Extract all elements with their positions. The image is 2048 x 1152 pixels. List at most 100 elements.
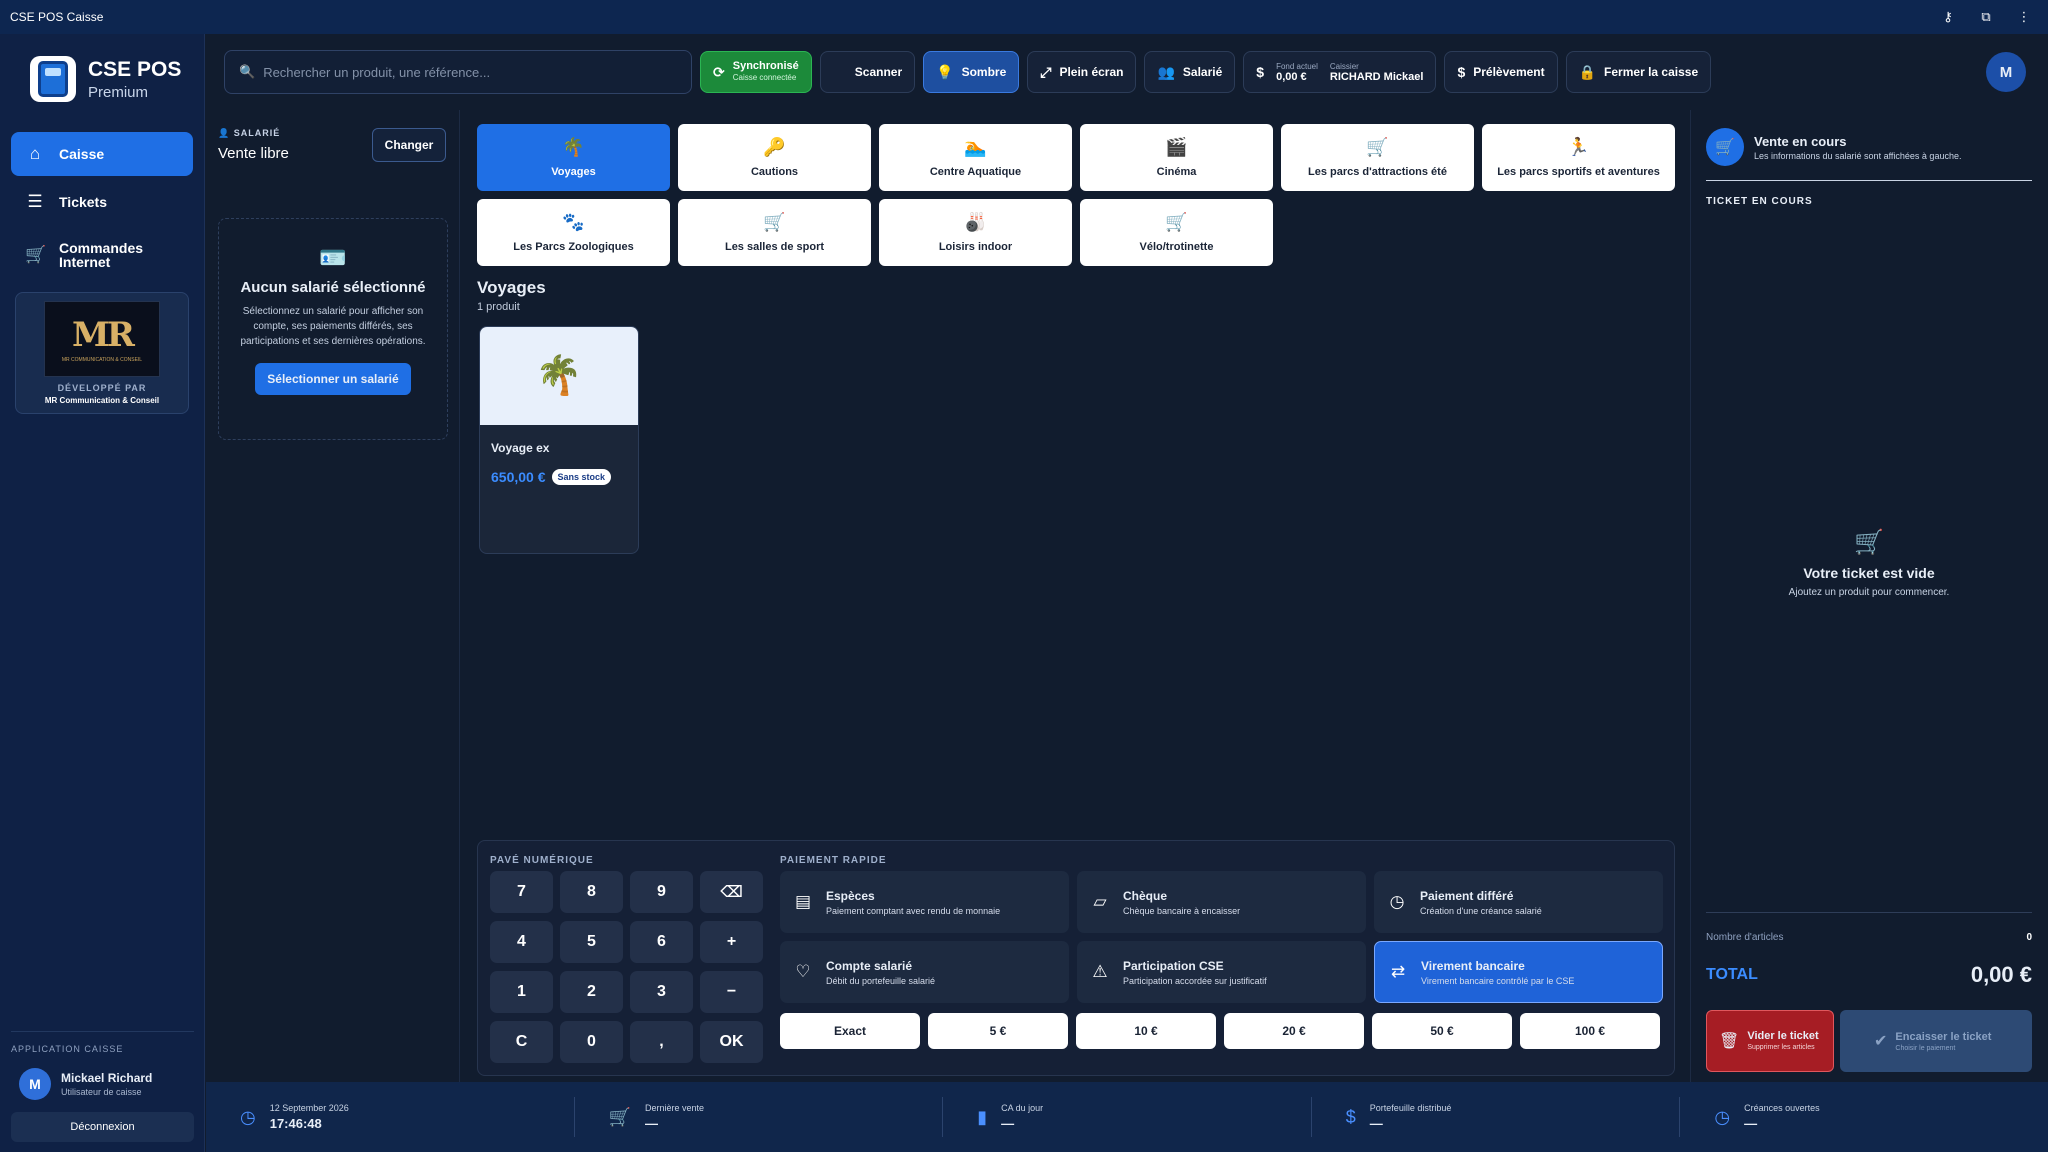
- key-9[interactable]: 9: [630, 871, 693, 913]
- sync-icon: ⟳: [713, 63, 725, 80]
- fullscreen-label: Plein écran: [1059, 65, 1124, 79]
- category-parcs-zoologiques[interactable]: 🐾 Les Parcs Zoologiques: [477, 199, 670, 266]
- category-salles-de-sport[interactable]: 🛒 Les salles de sport: [678, 199, 871, 266]
- category-voyages[interactable]: 🌴 Voyages: [477, 124, 670, 191]
- top-toolbar: 🔍 Rechercher un produit, une référence..…: [206, 34, 2048, 110]
- dark-mode-button[interactable]: 💡 Sombre: [923, 51, 1020, 93]
- key-3[interactable]: 3: [630, 971, 693, 1013]
- heart-icon: ♡: [795, 962, 811, 981]
- catalog-area: 🌴 Voyages 🔑 Cautions 🏊 Centre Aquatique 🎬 Ci…: [461, 110, 1691, 1082]
- category-velo-trotinette[interactable]: 🛒 Vélo/trotinette: [1080, 199, 1273, 266]
- nav-item-commandes-internet[interactable]: 🛒 Commandes Internet: [11, 228, 193, 282]
- item-count-value: 0: [2026, 932, 2032, 943]
- nav-item-tickets[interactable]: ☰ Tickets: [11, 180, 193, 224]
- sync-label: Synchronisé: [732, 60, 799, 72]
- amount-20-button[interactable]: 20 €: [1224, 1013, 1364, 1049]
- key-icon[interactable]: ⚷: [1940, 9, 1956, 25]
- app-logo: CSE POS Premium: [0, 34, 204, 102]
- comma-key[interactable]: ,: [630, 1021, 693, 1063]
- pay-cheque-button[interactable]: ▱ Chèque Chèque bancaire à encaisser: [1077, 871, 1366, 933]
- current-user: M Mickael Richard Utilisateur de caisse: [11, 1068, 194, 1100]
- amount-50-button[interactable]: 50 €: [1372, 1013, 1512, 1049]
- category-label: Loisirs indoor: [938, 240, 1013, 253]
- backspace-key[interactable]: ⌫: [700, 871, 763, 913]
- withdrawal-button[interactable]: $ Prélèvement: [1444, 51, 1558, 93]
- sync-sub: Caisse connectée: [732, 73, 797, 82]
- plus-key[interactable]: +: [700, 921, 763, 963]
- window-controls: ⚷ ⧉ ⋮: [1940, 9, 2038, 25]
- payment-panel: PAVÉ NUMÉRIQUE 7 8 9 ⌫ 4 5 6 + 1 2 3 − C…: [477, 840, 1675, 1076]
- amount-10-button[interactable]: 10 €: [1076, 1013, 1216, 1049]
- category-parcs-sportifs[interactable]: 🏃 Les parcs sportifs et aventures: [1482, 124, 1675, 191]
- checkout-button[interactable]: ✔ Encaisser le ticket Choisir le paiemen…: [1840, 1010, 2032, 1072]
- developed-by-label: DÉVELOPPÉ PAR: [57, 383, 147, 393]
- key-4[interactable]: 4: [490, 921, 553, 963]
- brand-name: CSE POS: [88, 57, 182, 81]
- sync-status-button[interactable]: ⟳ Synchronisé Caisse connectée: [700, 51, 812, 93]
- category-cinema[interactable]: 🎬 Cinéma: [1080, 124, 1273, 191]
- change-employee-button[interactable]: Changer: [372, 128, 446, 162]
- key-2[interactable]: 2: [560, 971, 623, 1013]
- section-title: Voyages: [477, 278, 546, 297]
- pay-title: Compte salarié: [826, 958, 913, 973]
- nav-item-caisse[interactable]: ⌂ Caisse: [11, 132, 193, 176]
- key-6[interactable]: 6: [630, 921, 693, 963]
- close-register-button[interactable]: 🔒 Fermer la caisse: [1565, 51, 1712, 93]
- category-centre-aquatique[interactable]: 🏊 Centre Aquatique: [879, 124, 1072, 191]
- nav-label: Caisse: [59, 146, 105, 162]
- scanner-button[interactable]: Scanner: [819, 51, 916, 93]
- logout-button[interactable]: Déconnexion: [11, 1112, 194, 1142]
- id-card-icon: 🪪: [319, 245, 347, 270]
- product-card[interactable]: 🌴 Voyage ex 650,00 € Sans stock: [479, 326, 639, 554]
- clear-key[interactable]: C: [490, 1021, 553, 1063]
- amount-5-button[interactable]: 5 €: [928, 1013, 1068, 1049]
- cash-fund-button[interactable]: $ Fond actuel 0,00 € Caissier RICHARD Mi…: [1243, 51, 1437, 93]
- status-last-sale: 🛒 Dernière vente —: [573, 1097, 943, 1137]
- key-1[interactable]: 1: [490, 971, 553, 1013]
- category-cautions[interactable]: 🔑 Cautions: [678, 124, 871, 191]
- category-label: Centre Aquatique: [929, 165, 1022, 178]
- key-0[interactable]: 0: [560, 1021, 623, 1063]
- amount-100-button[interactable]: 100 €: [1520, 1013, 1660, 1049]
- pay-participation-cse-button[interactable]: ⚠ Participation CSE Participation accordée…: [1077, 941, 1366, 1003]
- extension-icon[interactable]: ⧉: [1978, 9, 1994, 25]
- empty-ticket-sub: Ajoutez un produit pour commencer.: [1788, 587, 1950, 598]
- clear-ticket-button[interactable]: 🗑 Vider le ticket Supprimer les articles: [1706, 1010, 1834, 1072]
- sidebar-footer: APPLICATION CAISSE M Mickael Richard Uti…: [0, 1031, 205, 1152]
- fund-value: 0,00 €: [1276, 71, 1307, 83]
- status-datetime: ◷ 12 September 2026 17:46:48: [206, 1097, 574, 1137]
- ok-key[interactable]: OK: [700, 1021, 763, 1063]
- employee-panel: 👤 SALARIÉ Vente libre Changer 🪪 Aucun sa…: [206, 110, 460, 1082]
- key-8[interactable]: 8: [560, 871, 623, 913]
- more-options-icon[interactable]: ⋮: [2016, 9, 2032, 25]
- dollar-icon: $: [1256, 64, 1265, 80]
- total-value: 0,00 €: [1970, 962, 2032, 987]
- ticket-section-label: TICKET EN COURS: [1706, 196, 1813, 207]
- pay-especes-button[interactable]: ▤ Espèces Paiement comptant avec rendu de …: [780, 871, 1069, 933]
- category-label: Cinéma: [1156, 165, 1197, 178]
- cart-icon: 🛒: [1706, 128, 1744, 166]
- pay-sub: Chèque bancaire à encaisser: [1123, 905, 1241, 916]
- palm-tree-icon: 🌴: [562, 136, 585, 157]
- category-label: Voyages: [551, 165, 596, 178]
- category-loisirs-indoor[interactable]: 🎳 Loisirs indoor: [879, 199, 1072, 266]
- pay-differe-button[interactable]: ◷ Paiement différé Création d'une créance …: [1374, 871, 1663, 933]
- pay-sub: Création d'une créance salarié: [1420, 905, 1542, 916]
- select-employee-button[interactable]: Sélectionner un salarié: [255, 363, 411, 395]
- pay-title: Participation CSE: [1123, 958, 1224, 973]
- employee-button[interactable]: 👥 Salarié: [1144, 51, 1236, 93]
- search-input[interactable]: 🔍 Rechercher un produit, une référence..…: [224, 50, 692, 94]
- paw-icon: 🐾: [562, 211, 585, 232]
- amount-exact-button[interactable]: Exact: [780, 1013, 920, 1049]
- fullscreen-button[interactable]: ⤢ Plein écran: [1027, 51, 1137, 93]
- key-7[interactable]: 7: [490, 871, 553, 913]
- category-parcs-attractions[interactable]: 🛒 Les parcs d'attractions été: [1281, 124, 1474, 191]
- key-5[interactable]: 5: [560, 921, 623, 963]
- mr-logo-text: MR: [72, 315, 135, 355]
- swimmer-icon: 🏊: [964, 136, 987, 157]
- avatar[interactable]: M: [1986, 52, 2026, 92]
- minus-key[interactable]: −: [700, 971, 763, 1013]
- pay-virement-button[interactable]: ⇄ Virement bancaire Virement bancaire cont…: [1374, 941, 1663, 1003]
- pay-compte-salarie-button[interactable]: ♡ Compte salarié Débit du portefeuille sal…: [780, 941, 1069, 1003]
- ticket-subtitle: Les informations du salarié sont affiché…: [1754, 150, 1962, 161]
